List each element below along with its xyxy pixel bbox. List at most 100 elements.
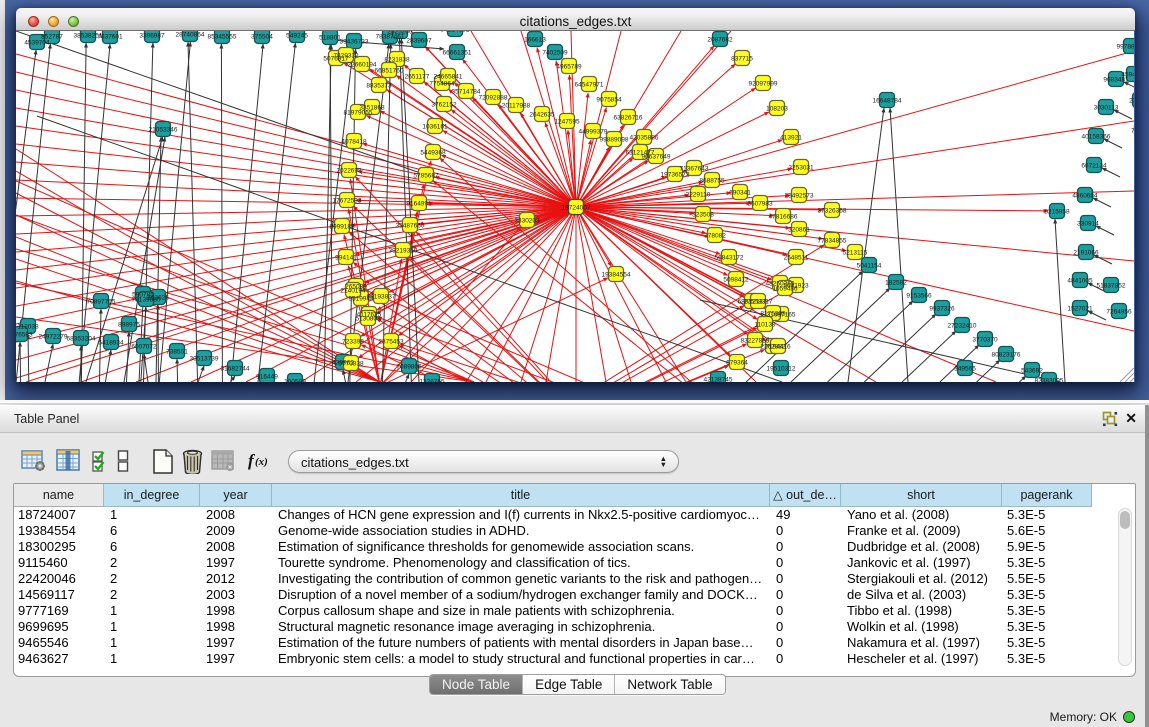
svg-text:852787: 852787 [41, 34, 63, 41]
svg-text:2330203: 2330203 [514, 218, 540, 225]
svg-text:19510312: 19510312 [767, 366, 796, 373]
svg-text:378082: 378082 [704, 233, 726, 240]
svg-text:413921: 413921 [780, 135, 802, 142]
svg-text:16648784: 16648784 [873, 98, 902, 105]
svg-text:100599: 100599 [284, 379, 306, 383]
svg-text:6007072: 6007072 [131, 344, 157, 351]
svg-text:323508: 323508 [692, 212, 714, 219]
svg-text:2229110: 2229110 [686, 192, 711, 199]
svg-text:108203: 108203 [766, 106, 788, 113]
svg-text:8999183: 8999183 [329, 224, 355, 231]
svg-text:4078418: 4078418 [341, 139, 367, 146]
svg-text:2548511: 2548511 [784, 255, 809, 262]
svg-text:(x): (x) [255, 456, 268, 468]
svg-text:5785687: 5785687 [413, 173, 439, 180]
svg-text:35714784: 35714784 [452, 89, 481, 96]
svg-text:92097999: 92097999 [749, 81, 778, 88]
svg-text:1059486: 1059486 [772, 286, 798, 293]
svg-text:1036161: 1036161 [422, 124, 448, 131]
svg-text:19384554: 19384554 [602, 272, 631, 279]
svg-text:64193837: 64193837 [367, 294, 396, 301]
svg-text:349565: 349565 [954, 366, 976, 373]
svg-text:723398: 723398 [342, 339, 364, 346]
svg-text:20117988: 20117988 [502, 103, 531, 110]
svg-text:3762152: 3762152 [431, 102, 457, 109]
svg-text:4965789: 4965789 [556, 64, 582, 71]
svg-text:19736572: 19736572 [661, 172, 690, 179]
svg-text:24972279: 24972279 [39, 334, 68, 341]
svg-text:8231838: 8231838 [384, 57, 410, 64]
svg-text:80823176: 80823176 [992, 352, 1021, 359]
svg-text:39436733: 39436733 [340, 39, 369, 46]
svg-text:4860684: 4860684 [1072, 193, 1098, 200]
svg-text:7402509: 7402509 [542, 50, 568, 57]
svg-text:7754864: 7754864 [429, 81, 455, 88]
svg-text:837715: 837715 [731, 56, 753, 63]
svg-text:30513739: 30513739 [190, 356, 219, 363]
svg-text:182582: 182582 [885, 280, 907, 287]
svg-text:690341: 690341 [729, 190, 751, 197]
svg-text:994141: 994141 [335, 255, 357, 262]
svg-text:40158366: 40158366 [1082, 134, 1111, 141]
svg-text:375504: 375504 [251, 34, 273, 41]
svg-text:64547971: 64547971 [575, 82, 604, 89]
svg-text:9937326: 9937326 [929, 306, 955, 313]
svg-text:78139880: 78139880 [132, 297, 161, 304]
svg-text:42138745: 42138745 [704, 377, 733, 383]
svg-text:2140194: 2140194 [340, 288, 366, 295]
svg-text:94214382: 94214382 [441, 31, 470, 34]
svg-text:679364: 679364 [726, 360, 748, 367]
svg-text:112038: 112038 [17, 324, 39, 331]
svg-text:110139: 110139 [754, 322, 776, 329]
svg-text:85345555: 85345555 [208, 34, 237, 41]
svg-text:37326368: 37326368 [818, 208, 847, 215]
svg-text:3351868: 3351868 [359, 105, 385, 112]
svg-text:35487660: 35487660 [396, 223, 425, 230]
svg-text:99889098: 99889098 [600, 137, 629, 144]
svg-text:17672593: 17672593 [333, 198, 362, 205]
svg-text:704201: 704201 [1131, 128, 1134, 135]
svg-text:898975: 898975 [118, 322, 140, 329]
svg-text:9075854: 9075854 [596, 97, 622, 104]
svg-text:22660194: 22660194 [348, 62, 377, 69]
svg-text:2525206: 2525206 [387, 31, 413, 36]
svg-text:47816686: 47816686 [769, 214, 798, 221]
svg-text:66851760: 66851760 [375, 68, 404, 75]
svg-text:2642635: 2642635 [529, 112, 555, 119]
svg-text:66661351: 66661351 [443, 50, 472, 57]
svg-text:44999379: 44999379 [579, 129, 608, 136]
svg-text:1326765: 1326765 [419, 379, 445, 383]
svg-text:3770370: 3770370 [972, 337, 998, 344]
svg-text:9153566: 9153566 [906, 293, 932, 300]
svg-text:24665841: 24665841 [434, 74, 463, 81]
svg-text:1527021: 1527021 [1067, 306, 1093, 313]
svg-text:2022698: 2022698 [336, 168, 362, 175]
svg-text:82383095: 82383095 [1035, 378, 1064, 383]
svg-text:28740864: 28740864 [176, 32, 205, 39]
svg-text:543692: 543692 [1021, 368, 1043, 375]
svg-text:5418934: 5418934 [98, 340, 124, 347]
svg-text:56843172: 56843172 [715, 255, 744, 262]
svg-text:9164991: 9164991 [406, 201, 432, 208]
svg-text:5449368: 5449368 [420, 150, 446, 157]
svg-text:7194416: 7194416 [765, 344, 791, 351]
svg-text:8175395: 8175395 [760, 311, 786, 318]
svg-text:5098412: 5098412 [723, 277, 749, 284]
svg-text:7829332: 7829332 [333, 53, 359, 60]
svg-text:330914: 330914 [1077, 221, 1099, 228]
svg-text:27232410: 27232410 [948, 323, 977, 330]
svg-text:7089806: 7089806 [396, 364, 422, 371]
svg-text:96637649: 96637649 [642, 154, 671, 161]
svg-text:5476583: 5476583 [16, 332, 33, 339]
svg-text:8835373: 8835373 [366, 83, 392, 90]
svg-text:2375453: 2375453 [378, 339, 404, 346]
svg-text:3253031: 3253031 [788, 165, 814, 172]
svg-text:7264956: 7264956 [1106, 309, 1132, 316]
svg-text:9770838: 9770838 [338, 361, 364, 368]
svg-text:4841005: 4841005 [1067, 278, 1093, 285]
svg-text:51837852: 51837852 [1097, 283, 1126, 290]
svg-text:70897765: 70897765 [87, 299, 116, 306]
svg-text:68353204: 68353204 [67, 336, 96, 343]
svg-text:6672134: 6672134 [1081, 163, 1107, 170]
svg-text:77834855: 77834855 [818, 238, 847, 245]
